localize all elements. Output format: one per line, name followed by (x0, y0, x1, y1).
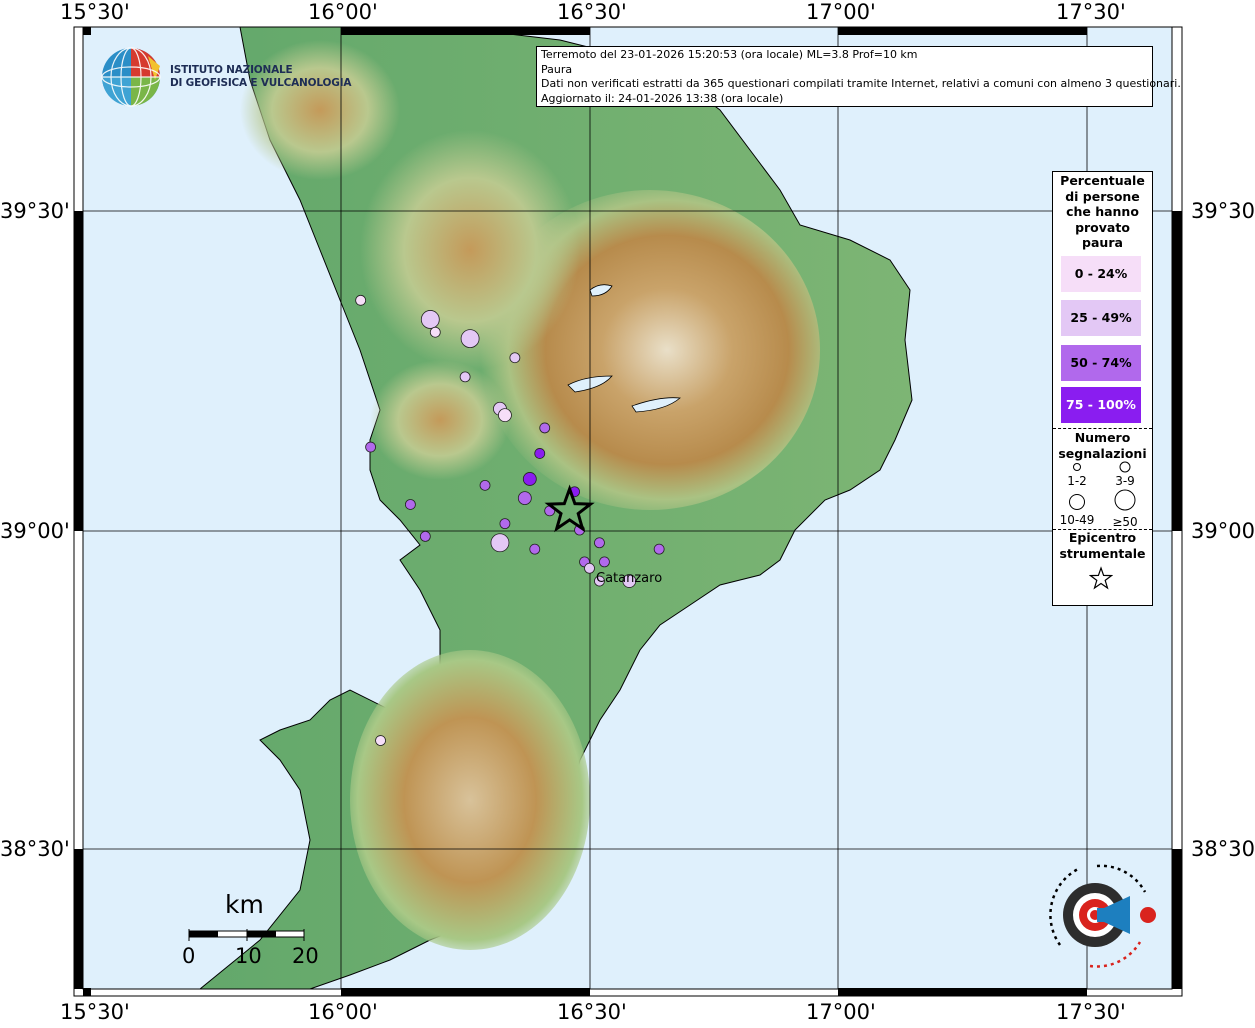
map-frame: 15°30' 16°00' 16°30' 17°00' 17°30' 15°30… (0, 0, 1255, 1024)
lon-tick-label: 16°30' (557, 0, 627, 24)
intensity-point (517, 491, 532, 506)
intensity-point (460, 329, 480, 349)
intensity-point (404, 499, 416, 510)
lat-tick-label: 39°30' (1191, 199, 1255, 223)
coastal-range-south (370, 360, 510, 480)
intensity-point (534, 448, 546, 459)
legend-epicenter-title-line: strumentale (1059, 545, 1146, 561)
lon-tick-label: 17°00' (806, 0, 876, 24)
scale-label: 0 (182, 944, 196, 968)
legend: Percentuale di persone che hanno provato… (1052, 171, 1153, 606)
intensity-point (499, 518, 511, 530)
legend-title-line: Percentuale (1060, 173, 1145, 188)
legend-divider (1053, 428, 1152, 429)
event-info-box: Terremoto del 23-01-2026 15:20:53 (ora l… (536, 46, 1181, 107)
lon-tick-label: 16°00' (308, 0, 378, 24)
lat-tick-label: 38°30' (1191, 837, 1255, 861)
updated-line: Aggiornato il: 24-01-2026 13:38 (ora loc… (541, 91, 784, 105)
intensity-point (375, 735, 386, 746)
legend-title-line: che hanno (1066, 204, 1139, 220)
lat-tick-label: 39°30' (0, 199, 70, 223)
legend-title-line: di persone (1065, 188, 1140, 204)
lon-tick-label: 16°00' (308, 1000, 378, 1024)
legend-size-label: 3-9 (1115, 474, 1135, 488)
lon-tick-label: 17°30' (1056, 1000, 1126, 1024)
event-line: Terremoto del 23-01-2026 15:20:53 (ora l… (541, 48, 918, 61)
legend-epicenter-title: Epicentro strumentale (1053, 530, 1152, 561)
parameter-line: Paura (541, 62, 573, 76)
scale-label: 20 (292, 944, 319, 968)
intensity-point (522, 472, 537, 486)
intensity-point (365, 441, 377, 453)
legend-size-label: ≥50 (1112, 515, 1138, 529)
intensity-point (498, 408, 512, 423)
legend-class: 0 - 24% (1061, 256, 1141, 292)
legend-title-line: paura (1082, 235, 1123, 251)
intensity-point (490, 533, 510, 553)
legend-class: 50 - 74% (1061, 345, 1141, 381)
institute-line: DI GEOFISICA E VULCANOLOGIA (170, 77, 352, 89)
lon-tick-label: 15°30' (60, 0, 130, 24)
legend-class: 75 - 100% (1061, 387, 1141, 423)
ingv-logo (101, 47, 161, 107)
intensity-point (599, 556, 610, 568)
intensity-point (509, 352, 521, 364)
pollino-area (240, 40, 400, 180)
intensity-point (584, 562, 595, 574)
lon-tick-label: 16°30' (557, 1000, 627, 1024)
legend-size-label: 10-49 (1059, 513, 1095, 527)
legend-epicenter-title-line: Epicentro (1068, 530, 1137, 545)
data-note-line: Dati non verificati estratti da 365 ques… (541, 77, 1181, 91)
intensity-point (529, 543, 541, 555)
intensity-point (594, 537, 605, 549)
legend-class: 25 - 49% (1061, 300, 1141, 336)
legend-size-title: Numero segnalazioni (1053, 430, 1152, 461)
institute-name: ISTITUTO NAZIONALE DI GEOFISICA E VULCAN… (170, 64, 351, 90)
lon-tick-label: 17°30' (1056, 0, 1126, 24)
legend-size-symbols (1069, 461, 1136, 511)
intensity-point (420, 310, 440, 329)
intensity-point (459, 371, 471, 383)
intensity-point (429, 326, 441, 338)
intensity-point (355, 294, 367, 306)
lat-tick-label: 38°30' (0, 837, 70, 861)
intensity-point (419, 530, 431, 542)
legend-title: Percentuale di persone che hanno provato… (1053, 173, 1152, 251)
legend-title-line: provato (1075, 219, 1130, 235)
lon-tick-label: 15°30' (60, 1000, 130, 1024)
lon-tick-label: 17°00' (806, 1000, 876, 1024)
city-label: Catanzaro (596, 571, 663, 586)
serre-aspromonte (350, 650, 590, 950)
intensity-point (479, 479, 491, 491)
institute-line: ISTITUTO NAZIONALE (170, 64, 293, 76)
intensity-point (653, 543, 665, 555)
intensity-point (539, 422, 551, 434)
lat-tick-label: 39°00' (1191, 519, 1255, 543)
scale-label: 10 (235, 944, 262, 968)
legend-star-icon (1089, 566, 1113, 590)
scale-unit: km (225, 890, 264, 919)
legend-size-title-line: Numero (1074, 430, 1131, 445)
lat-tick-label: 39°00' (0, 519, 70, 543)
legend-size-label: 1-2 (1067, 474, 1087, 488)
